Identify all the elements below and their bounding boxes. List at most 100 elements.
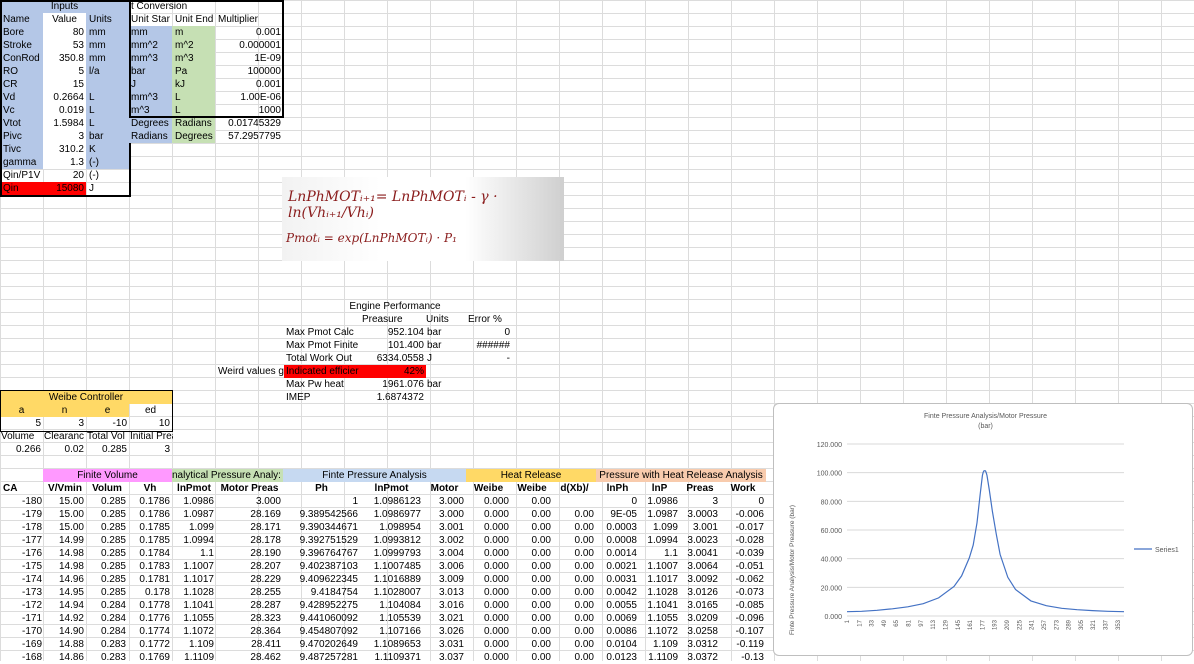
table-cell: 9.389542566 (299, 509, 358, 520)
table-cell: 3.001 (438, 522, 464, 533)
table-cell: -0.13 (741, 652, 764, 663)
table-cell: 1.105539 (379, 613, 421, 624)
table-cell: 0.000 (483, 574, 509, 585)
input-unit: K (89, 144, 96, 155)
conv-end: Radians (175, 118, 212, 129)
table-cell: 1.109 (188, 639, 214, 650)
table-cell: 28.323 (250, 613, 281, 624)
conv-end: L (175, 92, 181, 103)
input-unit: mm (89, 40, 106, 51)
input-name: Vd (3, 92, 16, 103)
input-value: 3 (78, 131, 84, 142)
table-cell: -0.028 (735, 535, 764, 546)
table-cell: 1.1041 (647, 600, 678, 611)
table-cell: 0.00 (531, 535, 551, 546)
table-cell: 0 (758, 496, 764, 507)
x-tick-label: 353 (1116, 619, 1122, 630)
input-name: Qin (3, 183, 19, 194)
volume-value: 0.02 (64, 444, 84, 455)
table-cell: 1.0993812 (373, 535, 421, 546)
table-cell: 0.0104 (606, 639, 637, 650)
perf-value: 952.104 (387, 327, 424, 338)
volume-header: Clearanc (44, 431, 85, 442)
column-header: Weibe (517, 483, 547, 494)
table-cell: 3.000 (255, 496, 281, 507)
performance-title: Engine Performance (349, 301, 441, 312)
table-cell: 1.098954 (379, 522, 421, 533)
perf-error (466, 378, 510, 391)
table-cell: 9.392751529 (299, 535, 358, 546)
table-cell: 3 (712, 496, 718, 507)
table-cell: 1.0986123 (373, 496, 421, 507)
column-header: V/Vmin (48, 483, 82, 494)
table-cell: 1.0994 (647, 535, 678, 546)
table-cell: 0.0042 (606, 587, 637, 598)
table-cell: 1.107166 (379, 626, 421, 637)
perf-label: Max Pmot Finite (286, 340, 359, 351)
x-tick-label: 289 (1067, 619, 1073, 630)
pressure-chart[interactable]: Finte Pressure Analysis/Motor Pressure (b… (773, 403, 1193, 656)
table-cell: 1 (352, 496, 358, 507)
table-cell: 0.1769 (139, 652, 170, 663)
table-cell: 9.428952275 (299, 600, 358, 611)
table-cell: 9.441060092 (299, 613, 358, 624)
table-cell: 0.1786 (139, 509, 170, 520)
equation-line-2: Pmotᵢ = exp(LnPhMOTᵢ) · P₁ (286, 231, 457, 245)
input-unit: bar (89, 131, 104, 142)
table-cell: -0.085 (735, 600, 764, 611)
table-cell: 3.004 (438, 548, 464, 559)
table-cell: 0.1785 (139, 535, 170, 546)
table-cell: 9E-05 (610, 509, 637, 520)
input-value: 0.2664 (53, 92, 84, 103)
input-value: 1.3 (70, 157, 84, 168)
input-unit: l/a (89, 66, 100, 77)
table-cell: 1.099 (652, 522, 678, 533)
table-cell: -174 (21, 574, 42, 585)
table-cell: 1.0987 (183, 509, 214, 520)
table-cell: 15.00 (58, 509, 84, 520)
input-name: RO (3, 66, 18, 77)
table-cell: 1.109 (652, 639, 678, 650)
table-cell: 28.169 (250, 509, 281, 520)
table-cell: -177 (21, 535, 42, 546)
input-unit: L (89, 105, 95, 116)
conv-end: Degrees (175, 131, 213, 142)
column-header: lnPmot (374, 483, 409, 494)
table-cell: 0.00 (574, 548, 594, 559)
table-cell: 3.009 (438, 574, 464, 585)
conversion-title: t Conversion (131, 1, 188, 12)
perf-unit: J (427, 353, 432, 364)
group-heat-release: Heat Release (500, 470, 562, 481)
table-cell: 14.99 (58, 535, 84, 546)
input-name: Pivc (3, 131, 22, 142)
header-value: Value (52, 14, 77, 25)
perf-unit: bar (427, 379, 442, 390)
table-cell: 0.284 (100, 626, 126, 637)
table-cell: 3.021 (438, 613, 464, 624)
table-cell: 1.1017 (183, 574, 214, 585)
column-header: Motor Preas (220, 483, 279, 494)
perf-label: IMEP (286, 392, 311, 403)
table-cell: -0.119 (736, 639, 764, 650)
input-value: 80 (72, 27, 84, 38)
column-header: Weibe (473, 483, 504, 494)
table-cell: 0.000 (483, 626, 509, 637)
table-cell: 0.0055 (606, 600, 637, 611)
table-cell: -170 (21, 626, 42, 637)
table-cell: 3.0209 (687, 613, 718, 624)
weibe-value: 5 (35, 418, 41, 429)
table-cell: 0.000 (483, 509, 509, 520)
table-cell: 0.285 (100, 496, 126, 507)
conv-multiplier: 100000 (247, 66, 281, 77)
conv-start: Radians (131, 131, 168, 142)
group-analytical: nalytical Pressure Analy: (172, 470, 281, 481)
column-header: lnPh (606, 483, 629, 494)
table-cell: 9.454807092 (299, 626, 358, 637)
table-cell: -180 (21, 496, 42, 507)
table-cell: -0.062 (735, 574, 764, 585)
conv-start: m^3 (131, 105, 150, 116)
table-cell: 3.000 (438, 496, 464, 507)
table-cell: 9.390344671 (299, 522, 358, 533)
table-cell: 14.92 (58, 613, 84, 624)
table-cell: -173 (21, 587, 42, 598)
